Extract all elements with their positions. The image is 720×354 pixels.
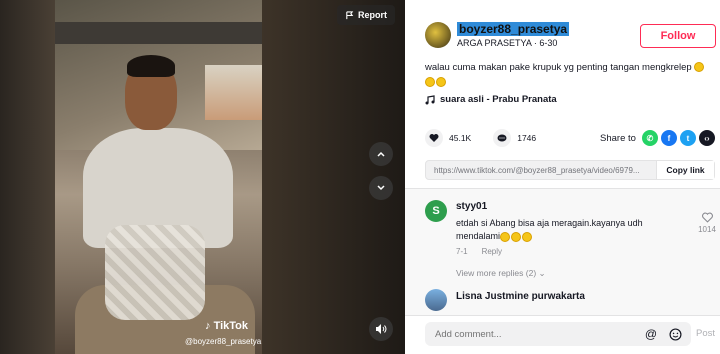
- music-note-icon: [425, 94, 435, 104]
- flag-icon: [346, 10, 354, 19]
- video-area: ♪ TikTok @boyzer88_prasetya Report: [0, 0, 405, 354]
- twitter-share-icon[interactable]: t: [679, 130, 696, 146]
- next-video-button[interactable]: [369, 176, 393, 200]
- watermark-username: @boyzer88_prasetya: [185, 337, 262, 346]
- mention-icon[interactable]: @: [643, 326, 659, 342]
- view-more-replies-button[interactable]: View more replies (2) ⌄: [456, 268, 546, 279]
- comment-input-container: @: [425, 322, 691, 346]
- video-scene-person-hair: [127, 55, 175, 77]
- author-subline: ARGA PRASETYA · 6-30: [457, 38, 557, 48]
- comment-date: 7-1: [456, 247, 468, 256]
- like-button[interactable]: [425, 129, 443, 147]
- grinning-emoji-icon: [511, 231, 522, 242]
- comment-meta: 7-1 Reply: [456, 247, 502, 256]
- grinning-emoji-icon: [500, 231, 511, 242]
- report-label: Report: [358, 10, 387, 20]
- comment-username[interactable]: Lisna Justmine purwakarta: [456, 291, 585, 302]
- caption-text: walau cuma makan pake krupuk yg penting …: [425, 62, 692, 73]
- comment-avatar[interactable]: [425, 289, 447, 311]
- grinning-emoji-icon: [522, 231, 533, 242]
- video-blur-background-left: [0, 0, 55, 354]
- sound-toggle-button[interactable]: [369, 317, 393, 341]
- comment-text: etdah si Abang bisa aja meragain.kayanya…: [456, 217, 686, 243]
- tiktok-logo-text: TikTok: [213, 320, 248, 332]
- detail-panel: boyzer88_prasetya ARGA PRASETYA · 6-30 F…: [405, 0, 720, 354]
- post-date: 6-30: [539, 38, 558, 48]
- copy-link-button[interactable]: Copy link: [656, 161, 714, 179]
- comment-button[interactable]: [493, 129, 512, 147]
- heart-icon: [429, 134, 439, 142]
- like-count: 45.1K: [449, 133, 472, 143]
- more-replies-label: View more replies (2): [456, 268, 537, 278]
- emoji-picker-icon[interactable]: [667, 326, 683, 342]
- comment-text-body: etdah si Abang bisa aja meragain.kayanya…: [456, 218, 643, 241]
- whatsapp-share-icon[interactable]: ✆: [641, 130, 658, 146]
- report-button[interactable]: Report: [337, 5, 395, 25]
- author-avatar[interactable]: [425, 22, 451, 48]
- engagement-stats: 45.1K 1746: [425, 128, 536, 148]
- music-link[interactable]: suara asli - Prabu Pranata: [425, 94, 557, 105]
- video-scene-shelf: [55, 22, 262, 44]
- comment-like-count: 1014: [698, 225, 716, 234]
- previous-video-button[interactable]: [369, 142, 393, 166]
- video-scene-poster: [205, 65, 262, 120]
- chevron-down-icon: [377, 185, 385, 191]
- facebook-share-icon[interactable]: f: [660, 130, 677, 146]
- comment-input[interactable]: [425, 328, 643, 340]
- laughing-emoji-icon: [694, 62, 705, 73]
- chevron-up-icon: [377, 151, 385, 157]
- music-note-icon: ♪: [205, 320, 211, 332]
- comment-username[interactable]: styy01: [456, 201, 487, 212]
- tiktok-watermark-logo: ♪ TikTok: [205, 320, 248, 332]
- laughing-emoji-icon: [425, 77, 435, 88]
- chevron-down-icon: ⌄: [538, 268, 546, 278]
- video-link-url[interactable]: https://www.tiktok.com/@boyzer88_prasety…: [426, 166, 656, 175]
- video-player[interactable]: ♪ TikTok @boyzer88_prasetya: [55, 0, 262, 354]
- music-title: suara asli - Prabu Pranata: [440, 94, 557, 105]
- laughing-emoji-icon: [436, 77, 446, 88]
- comment-like-button[interactable]: 1014: [698, 212, 716, 234]
- heart-outline-icon: [701, 212, 713, 223]
- author-display-name[interactable]: ARGA PRASETYA: [457, 38, 531, 48]
- speaker-icon: [376, 324, 387, 334]
- comment-bubble-icon: [497, 134, 507, 142]
- share-label: Share to: [600, 132, 636, 144]
- reply-button[interactable]: Reply: [482, 247, 502, 256]
- video-link-box: https://www.tiktok.com/@boyzer88_prasety…: [425, 160, 715, 180]
- post-comment-button[interactable]: Post: [696, 328, 715, 339]
- author-username[interactable]: boyzer88_prasetya: [457, 22, 570, 36]
- comment-compose-bar: @ Post: [405, 315, 720, 354]
- share-bar: Share to ✆ f t ‹›: [600, 128, 715, 148]
- comment-count: 1746: [517, 133, 537, 143]
- embed-share-icon[interactable]: ‹›: [698, 130, 715, 146]
- comments-list[interactable]: S styy01 etdah si Abang bisa aja meragai…: [405, 189, 720, 315]
- follow-button[interactable]: Follow: [640, 24, 716, 48]
- author-header: boyzer88_prasetya ARGA PRASETYA · 6-30 F…: [425, 20, 716, 50]
- comment-avatar[interactable]: S: [425, 200, 447, 222]
- video-scene-crackers-bag: [105, 225, 205, 320]
- video-caption: walau cuma makan pake krupuk yg penting …: [425, 60, 715, 90]
